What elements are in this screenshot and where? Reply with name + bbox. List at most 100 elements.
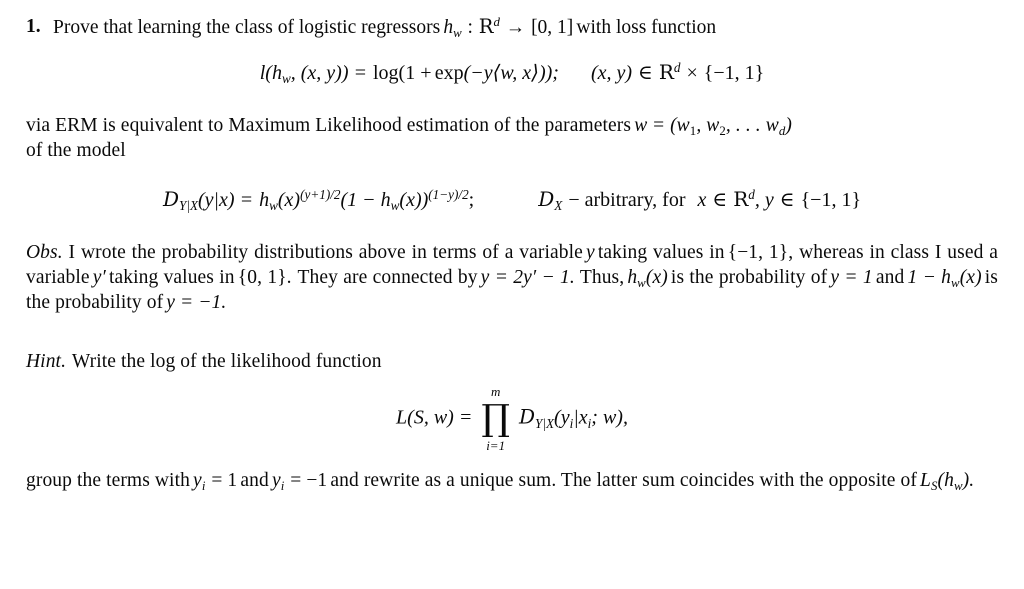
- hint-text: Write the log of the likelihood function: [71, 351, 382, 372]
- closing-y-index-2-sub: i: [280, 479, 285, 494]
- erm-equivalence-text: via ERM is equivalent to Maximum Likelih…: [26, 113, 998, 138]
- closing-y-value-2: = −1: [290, 470, 328, 491]
- observation-line-2b: taking values in: [108, 267, 235, 288]
- observation-line-1b: taking values in: [597, 242, 725, 263]
- element-of-icon: ∈: [638, 62, 653, 84]
- likelihood-args-open: (y: [554, 406, 570, 429]
- loss-lhs-args: , (x, y)) =: [290, 62, 367, 84]
- observation-line-3a: Thus,: [579, 267, 625, 288]
- element-of-icon-2: ∈: [712, 189, 728, 211]
- loss-lhs: l(h: [259, 62, 282, 84]
- empirical-loss-arg-sub: w: [953, 479, 963, 494]
- dist-one-minus: (1 − h: [340, 189, 391, 211]
- dist-one-minus-arg: (x)): [399, 189, 429, 211]
- hint-paragraph: Hint. Write the log of the likelihood fun…: [26, 349, 998, 374]
- dist-x-variable: x: [697, 189, 707, 211]
- product-operator-wrapper: m ∏ i=1: [478, 385, 513, 452]
- marginal-distribution-subscript: X: [554, 198, 563, 214]
- parameter-vector-symbol: w: [634, 115, 648, 136]
- likelihood-args: (S, w) =: [407, 406, 473, 429]
- dimension-exponent-3: d: [748, 187, 755, 203]
- observation-h-subscript: w: [637, 276, 646, 291]
- product-operator: m ∏ i=1: [481, 385, 510, 452]
- observation-line-2c: They are connected by: [297, 267, 478, 288]
- empirical-loss-subscript: S: [930, 479, 938, 494]
- dimension-exponent-2: d: [673, 60, 681, 76]
- observation-set-2: {0, 1}.: [237, 267, 292, 288]
- likelihood-bar: |x: [573, 406, 588, 429]
- empirical-loss-symbol: L: [920, 470, 931, 491]
- label-set: {−1, 1}: [703, 62, 765, 84]
- real-blackboard-icon-3: R: [733, 187, 749, 211]
- problem-number: 1.: [26, 16, 41, 37]
- closing-line-1b: and: [240, 470, 269, 491]
- closing-y-index-1: y: [193, 470, 202, 491]
- product-upper-limit: m: [490, 384, 501, 399]
- observation-line-3b: is the probability of: [670, 267, 828, 288]
- observation-line-3c: and: [875, 267, 905, 288]
- arbitrary-text: − arbitrary, for: [568, 189, 686, 211]
- empirical-loss-arg-close: ).: [962, 470, 975, 491]
- observation-paragraph: Obs. I wrote the probability distribution…: [26, 240, 998, 315]
- likelihood-index-1: i: [569, 415, 574, 431]
- observation-one-minus-h-subscript: w: [951, 276, 960, 291]
- observation-relation: y = 2y′ − 1.: [480, 267, 575, 288]
- w-vector-open: (w: [670, 115, 690, 136]
- dist-h-subscript: w: [269, 198, 278, 214]
- loss-open-group: (1 +: [398, 62, 432, 84]
- w-index-2: 2: [719, 124, 726, 139]
- dist-h-arg: (x): [277, 189, 301, 211]
- right-arrow-icon: →: [505, 17, 526, 38]
- observation-y-equals-neg1: y = −1.: [166, 292, 227, 313]
- marginal-distribution-symbol: D: [538, 187, 555, 211]
- product-lower-limit: i=1: [486, 438, 506, 453]
- dist-comma-y: , y: [754, 189, 774, 211]
- colon-symbol: :: [467, 17, 473, 38]
- likelihood-distribution-subscript: Y|X: [535, 415, 555, 431]
- exp-operator: exp: [434, 62, 464, 84]
- real-blackboard-icon: R: [478, 15, 494, 38]
- closing-paragraph: group the terms with yi = 1 and yi = −1 and re…: [26, 468, 998, 493]
- closing-line-2a: with the opposite of: [759, 470, 917, 491]
- likelihood-tail: ; w),: [591, 406, 628, 429]
- closing-line-1a: group the terms with: [26, 470, 190, 491]
- loss-lhs-subscript: w: [281, 71, 291, 87]
- w-vector-close: ): [785, 115, 792, 136]
- loss-inner-expression: (−y⟨w, x⟩));: [463, 62, 559, 84]
- loss-condition-pair: (x, y): [590, 62, 633, 84]
- problem-statement-text-b: with loss function: [576, 17, 717, 38]
- w-index-d: d: [778, 124, 786, 139]
- observation-label: Obs.: [26, 242, 63, 263]
- observation-y-equals-1: y = 1: [830, 267, 873, 288]
- distribution-symbol: D: [162, 187, 179, 211]
- closing-y-value-1: = 1: [211, 470, 238, 491]
- erm-model-line: of the model: [26, 140, 126, 161]
- dist-one-minus-subscript: w: [390, 198, 400, 214]
- problem-statement: 1. Prove that learning the class of logi…: [26, 14, 998, 40]
- observation-h-symbol: h: [627, 267, 638, 288]
- observation-line-1a: I wrote the probability distributions ab…: [68, 242, 583, 263]
- w-index-1: 1: [689, 124, 697, 139]
- likelihood-distribution-symbol: D: [518, 404, 536, 429]
- product-glyph-icon: ∏: [481, 398, 510, 439]
- erm-line-1: via ERM is equivalent to Maximum Likelih…: [26, 115, 632, 136]
- closing-line-1c: and rewrite as a unique sum. The latter …: [330, 470, 755, 491]
- equals-icon: =: [653, 115, 665, 136]
- observation-h-arg: (x): [645, 267, 668, 288]
- dist-exponent-2: (1−y)/2: [428, 187, 469, 203]
- w-vector-comma-1: , w: [696, 115, 720, 136]
- w-vector-dots: , . . . w: [725, 115, 779, 136]
- document-page: 1. Prove that learning the class of logi…: [0, 0, 1024, 589]
- closing-y-index-2: y: [271, 470, 281, 491]
- likelihood-equation: L(S, w) = m ∏ i=1 DY|X(yi|xi; w),: [26, 385, 998, 452]
- dist-exponent-1: (y+1)/2: [300, 187, 341, 203]
- problem-statement-text-a: Prove that learning the class of logisti…: [53, 17, 441, 38]
- distribution-args: (y|x) =: [198, 189, 254, 211]
- likelihood-symbol: L: [396, 406, 408, 429]
- observation-one-minus-h-arg: (x): [959, 267, 982, 288]
- distribution-equation: DY|X(y|x) = hw(x)(y+1)/2(1 − hw(x))(1−y)/…: [26, 187, 998, 214]
- likelihood-index-2: i: [587, 415, 592, 431]
- hypothesis-symbol: h: [443, 17, 454, 38]
- hint-label: Hint.: [26, 351, 67, 372]
- real-blackboard-icon-2: R: [658, 60, 674, 84]
